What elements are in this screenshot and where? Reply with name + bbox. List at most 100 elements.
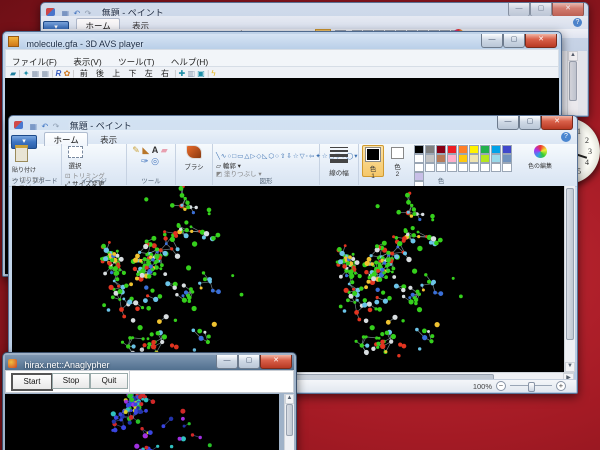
minimize-button[interactable]: — <box>216 355 238 369</box>
anaglypher-window[interactable]: hirax.net::Anaglypher —▢✕ Start Stop Qui… <box>2 352 297 450</box>
zoom-out-button[interactable]: − <box>496 381 506 391</box>
color-swatch[interactable] <box>414 163 424 172</box>
color-picker-icon[interactable]: ✑ <box>141 156 149 167</box>
palette-row3[interactable] <box>413 163 515 172</box>
line-width-button[interactable]: 線の幅 <box>325 145 353 178</box>
pencil-icon[interactable]: ✎ <box>132 145 140 156</box>
fit-view-icon[interactable]: ✚ <box>179 69 186 78</box>
color-swatch[interactable] <box>447 154 457 163</box>
tab-row: ▾ ホーム 表示 ? <box>9 130 577 144</box>
color-swatch[interactable] <box>469 145 479 154</box>
zoom-in-button[interactable]: + <box>556 381 566 391</box>
brush-button[interactable]: ブラシ <box>181 145 207 172</box>
help-icon[interactable]: ? <box>573 18 582 27</box>
color-swatch[interactable] <box>469 154 479 163</box>
close-button[interactable]: ✕ <box>541 116 573 130</box>
grid-view-icon[interactable]: ▦ <box>32 69 40 78</box>
start-button[interactable]: Start <box>11 373 53 391</box>
color-swatch[interactable] <box>491 145 501 154</box>
color-swatch[interactable] <box>414 154 424 163</box>
color2-button[interactable]: 色2 <box>388 145 406 175</box>
nav-left-button[interactable]: 左 <box>145 69 153 78</box>
titlebar-paint-main[interactable]: ▦ ↶ ↷ 無題 - ペイント —▢✕ <box>9 116 577 130</box>
titlebar-anaglypher[interactable]: hirax.net::Anaglypher —▢✕ <box>5 355 294 370</box>
close-button[interactable]: ✕ <box>552 3 584 17</box>
color-swatch[interactable] <box>447 163 457 172</box>
open-file-icon[interactable]: ▰ <box>10 69 16 78</box>
color-swatch[interactable] <box>502 163 512 172</box>
box-view-icon[interactable]: ▣ <box>197 69 205 78</box>
color-swatch[interactable] <box>469 163 479 172</box>
quit-button[interactable]: Quit <box>90 373 128 389</box>
group-clipboard: 貼り付け ✂ 切り取り ⧉ コピー クリップボード <box>9 144 62 185</box>
menu-view[interactable]: 表示(V) <box>73 57 101 67</box>
canvas-area[interactable] <box>12 186 564 372</box>
outline-button[interactable]: ▱ 輪郭 ▾ <box>216 163 254 171</box>
color-swatch[interactable] <box>425 145 435 154</box>
color-swatch[interactable] <box>480 163 490 172</box>
minimize-button[interactable]: — <box>481 34 503 48</box>
window-title: molecule.gfa - 3D AVS player <box>26 39 143 49</box>
color-swatch[interactable] <box>414 145 424 154</box>
titlebar-paint-back[interactable]: ▦ ↶ ↷ 無題 - ペイント —▢✕ <box>41 3 588 16</box>
palette-row2[interactable] <box>413 154 515 163</box>
color-swatch[interactable] <box>480 154 490 163</box>
text-tool-icon[interactable]: A <box>152 145 159 156</box>
anaglypher-vscrollbar[interactable]: ▲ <box>284 394 294 450</box>
palette-row1[interactable] <box>413 145 515 154</box>
color-swatch[interactable] <box>458 154 468 163</box>
color-swatch[interactable] <box>502 145 512 154</box>
color-swatch[interactable] <box>458 145 468 154</box>
canvas-vscrollbar[interactable]: ▼ <box>564 186 575 372</box>
color-swatch[interactable] <box>436 145 446 154</box>
menu-file[interactable]: ファイル(F) <box>12 57 57 67</box>
color-swatch[interactable] <box>425 154 435 163</box>
zoom-slider[interactable] <box>510 385 552 386</box>
maximize-button[interactable]: ▢ <box>238 355 260 369</box>
color-swatch[interactable] <box>436 163 446 172</box>
magnifier-icon[interactable]: ◎ <box>151 156 159 167</box>
minimize-button[interactable]: — <box>497 116 519 130</box>
rotate-r-icon[interactable]: R <box>56 69 62 78</box>
vertical-scrollbar[interactable]: ▲ <box>567 51 578 115</box>
color-swatch[interactable] <box>502 154 512 163</box>
nav-right-button[interactable]: 右 <box>161 69 169 78</box>
color-swatch[interactable] <box>425 163 435 172</box>
maximize-button[interactable]: ▢ <box>530 3 552 17</box>
select-button[interactable]: 選択 <box>65 145 85 171</box>
menu-help[interactable]: ヘルプ(H) <box>171 57 208 67</box>
stop-button[interactable]: Stop <box>52 373 90 389</box>
lightning-icon[interactable]: ϟ <box>211 69 215 78</box>
close-button[interactable]: ✕ <box>525 34 557 48</box>
group-shapes: ╲∿○□▭△▷◇◺⬡○⇧⇩☆▽◦⇦✦☆◻▽○◯▾ ▱ 輪郭 ▾ ◩ 塗りつぶし … <box>213 144 320 185</box>
color-swatch[interactable] <box>458 163 468 172</box>
paste-button[interactable]: 貼り付け <box>12 145 30 175</box>
color-swatch[interactable] <box>447 145 457 154</box>
color-swatch[interactable] <box>491 163 501 172</box>
edit-colors-button[interactable]: 色の編集 <box>527 145 553 171</box>
color-swatch[interactable] <box>436 154 446 163</box>
color-mode-icon[interactable]: ✿ <box>64 69 71 78</box>
color-swatch[interactable] <box>491 154 501 163</box>
view-reset-icon[interactable]: ✦ <box>23 69 30 78</box>
titlebar-avs[interactable]: molecule.gfa - 3D AVS player —▢✕ <box>5 34 559 49</box>
minimize-button[interactable]: — <box>508 3 530 17</box>
menu-tools[interactable]: ツール(T) <box>118 57 154 67</box>
maximize-button[interactable]: ▢ <box>519 116 541 130</box>
eraser-icon[interactable]: ▰ <box>161 145 168 156</box>
shape-grid[interactable]: ╲∿○□▭△▷◇◺⬡○⇧⇩☆▽◦⇦✦☆◻▽○◯▾ <box>216 152 274 161</box>
color1-button[interactable]: 色1 <box>362 145 384 177</box>
nav-front-button[interactable]: 前 <box>80 69 88 78</box>
maximize-button[interactable]: ▢ <box>503 34 525 48</box>
fill-bucket-icon[interactable]: ◣ <box>142 145 149 156</box>
nav-down-button[interactable]: 下 <box>129 69 137 78</box>
color-swatch[interactable] <box>480 145 490 154</box>
help-icon[interactable]: ? <box>561 132 571 142</box>
grid-view2-icon[interactable]: ▦ <box>41 69 49 78</box>
nav-up-button[interactable]: 上 <box>112 69 120 78</box>
nav-back-button[interactable]: 後 <box>96 69 104 78</box>
close-button[interactable]: ✕ <box>260 355 292 369</box>
link-view-icon[interactable]: ▥ <box>187 69 195 78</box>
anaglypher-viewport[interactable] <box>5 394 279 450</box>
ribbon: 貼り付け ✂ 切り取り ⧉ コピー クリップボード 選択 ⊡ トリミング ⤢ サ… <box>9 144 577 187</box>
